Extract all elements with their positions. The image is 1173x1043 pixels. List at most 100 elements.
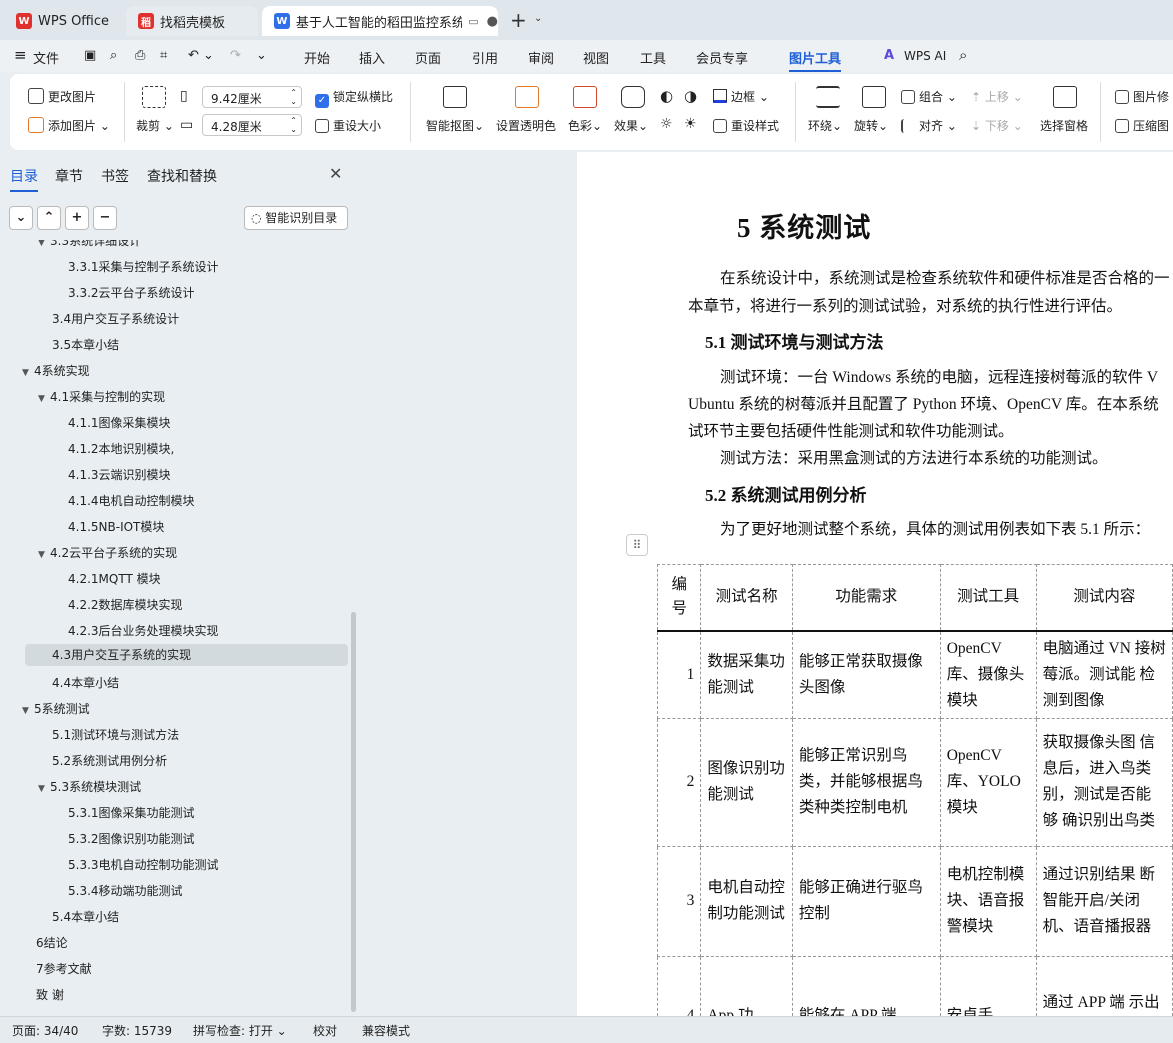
document-page[interactable]: 5 系统测试 在系统设计中，系统测试是检查系统软件和硬件标准是否合格的一 本章节… — [577, 152, 1173, 1016]
collapse-caret-icon[interactable]: ▼ — [22, 706, 34, 716]
reset-style-button[interactable]: 重设样式 — [713, 117, 779, 134]
move-down-button[interactable]: ⇣ 下移 ⌄ — [971, 117, 1023, 134]
tab-toc[interactable]: 目录 — [10, 166, 38, 192]
align-button[interactable]: 对齐 ⌄ — [901, 117, 957, 134]
menu-insert[interactable]: 插入 — [359, 48, 385, 67]
scrollbar-thumb[interactable] — [351, 612, 356, 1012]
menu-page[interactable]: 页面 — [415, 48, 441, 67]
menu-tools[interactable]: 工具 — [640, 48, 666, 67]
wrap-button[interactable]: 环绕⌄ — [808, 117, 842, 134]
rotate-icon[interactable] — [862, 86, 886, 108]
toc-item[interactable]: 4.3用户交互子系统的实现 — [25, 644, 348, 666]
collapse-caret-icon[interactable]: ▼ — [38, 784, 50, 794]
collapse-caret-icon[interactable]: ▼ — [22, 368, 34, 378]
crop-icon[interactable] — [142, 86, 166, 108]
save-icon[interactable]: ▣ — [84, 48, 96, 63]
menu-member[interactable]: 会员专享 — [696, 48, 748, 67]
border-button[interactable]: 边框 ⌄ — [713, 88, 769, 105]
smart-cutout-icon[interactable] — [443, 86, 467, 108]
toc-item[interactable]: 5.3.4移动端功能测试 — [54, 882, 183, 899]
selection-pane-icon[interactable] — [1053, 86, 1077, 108]
menu-reference[interactable]: 引用 — [472, 48, 498, 67]
collapse-caret-icon[interactable]: ▼ — [38, 240, 50, 248]
collapse-caret-icon[interactable]: ▼ — [38, 394, 50, 404]
toc-item[interactable]: 5.4本章小结 — [38, 908, 119, 925]
toc-item[interactable]: 3.4用户交互子系统设计 — [38, 310, 179, 327]
search-icon[interactable]: ⌕ — [959, 46, 967, 64]
toc-item[interactable]: 4.2.2数据库模块实现 — [54, 596, 183, 613]
toc-item[interactable]: 4.1.2本地识别模块, — [54, 440, 174, 457]
toc-item[interactable]: 3.3.1采集与控制子系统设计 — [54, 258, 219, 275]
picture-fix-button[interactable]: 图片修 — [1115, 88, 1169, 105]
stepper-icon[interactable]: ⌃ ⌄ — [290, 88, 297, 106]
toc-item[interactable]: 5.3.2图像识别功能测试 — [54, 830, 195, 847]
crop-button[interactable]: 裁剪 ⌄ — [136, 117, 174, 134]
menu-picture-tools[interactable]: 图片工具 — [789, 48, 842, 72]
toc-item[interactable]: ▼ 4系统实现 — [22, 362, 90, 379]
toc-item[interactable]: ▼ 3.3系统详细设计 — [38, 240, 141, 249]
tab-bookmarks[interactable]: 书签 — [101, 166, 129, 186]
move-up-button[interactable]: ⇡ 上移 ⌄ — [971, 88, 1023, 105]
add-heading-icon[interactable]: + — [65, 206, 89, 230]
toc-item[interactable]: 5.2系统测试用例分析 — [38, 752, 167, 769]
more-chevron-icon[interactable]: ⌄ — [256, 48, 267, 63]
tab-list-chevron-icon[interactable]: ⌄ — [534, 13, 542, 24]
reset-size-button[interactable]: 重设大小 — [315, 117, 381, 134]
tab-template[interactable]: 稻找稻壳模板 — [126, 6, 258, 36]
height-input[interactable]: 4.28厘米 ⌃ ⌄ — [202, 114, 302, 136]
color-button[interactable]: 色彩⌄ — [568, 117, 602, 134]
toc-item[interactable]: 5.3.1图像采集功能测试 — [54, 804, 195, 821]
toc-item[interactable]: 5.3.3电机自动控制功能测试 — [54, 856, 219, 873]
expand-up-icon[interactable]: ⌃ — [37, 206, 61, 230]
compress-button[interactable]: 压缩图 — [1115, 117, 1169, 134]
toc-item[interactable]: 7参考文献 — [22, 960, 92, 977]
remove-heading-icon[interactable]: − — [93, 206, 117, 230]
contrast-up-icon[interactable]: ☼ — [660, 116, 673, 132]
table-move-handle-icon[interactable]: ⠿ — [626, 534, 648, 556]
collapse-down-icon[interactable]: ⌄ — [9, 206, 33, 230]
test-case-table[interactable]: 编号 测试名称 功能需求 测试工具 测试内容 1 数据采集功能测试 能够正常获取摄像头图像 Op… — [656, 564, 1173, 1016]
change-picture-button[interactable]: 更改图片 — [28, 88, 96, 105]
spell-check-toggle[interactable]: 拼写检查: 打开 ⌄ — [193, 1022, 287, 1039]
print-preview-icon[interactable]: ⌗ — [160, 48, 167, 63]
toc-item[interactable]: 4.1.4电机自动控制模块 — [54, 492, 195, 509]
toc-item[interactable]: 致 谢 — [22, 986, 64, 1003]
menu-home[interactable]: 开始 — [304, 48, 330, 67]
effect-icon[interactable] — [621, 86, 645, 108]
brightness-up-icon[interactable]: ◐ — [660, 87, 673, 105]
group-button[interactable]: 组合 ⌄ — [901, 88, 957, 105]
brightness-down-icon[interactable]: ◑ — [684, 87, 697, 105]
new-tab-button[interactable]: + — [510, 8, 527, 32]
color-icon[interactable] — [573, 86, 597, 108]
wrap-icon[interactable] — [816, 86, 840, 108]
undo-icon[interactable]: ↶ ⌄ — [188, 48, 214, 63]
monitor-icon[interactable]: ▭ — [468, 15, 478, 28]
toc-item[interactable]: 4.1.3云端识别模块 — [54, 466, 171, 483]
toc-item[interactable]: 3.3.2云平台子系统设计 — [54, 284, 195, 301]
redo-icon[interactable]: ↷ — [230, 48, 241, 63]
collapse-caret-icon[interactable]: ▼ — [38, 550, 50, 560]
toc-item[interactable]: ▼ 5系统测试 — [22, 700, 90, 717]
toc-item[interactable]: 4.1.5NB-IOT模块 — [54, 518, 164, 535]
width-input[interactable]: 9.42厘米 ⌃ ⌄ — [202, 86, 302, 108]
wps-ai-icon[interactable]: A — [884, 48, 894, 63]
close-panel-icon[interactable]: ✕ — [329, 164, 342, 183]
toc-item[interactable]: 4.2.1MQTT 模块 — [54, 570, 161, 587]
toc-item[interactable]: 5.1测试环境与测试方法 — [38, 726, 179, 743]
menu-view[interactable]: 视图 — [583, 48, 609, 67]
toc-item[interactable]: 6结论 — [22, 934, 68, 951]
tab-chapters[interactable]: 章节 — [55, 166, 83, 186]
transparent-color-icon[interactable] — [515, 86, 539, 108]
toc-item[interactable]: 3.5本章小结 — [38, 336, 119, 353]
export-icon[interactable]: ⌕ — [110, 48, 117, 63]
word-count[interactable]: 字数: 15739 — [102, 1022, 172, 1039]
hamburger-menu-icon[interactable]: ≡ — [14, 46, 27, 64]
toc-item[interactable]: 4.2.3后台业务处理模块实现 — [54, 622, 219, 639]
proofread-button[interactable]: 校对 — [313, 1022, 337, 1039]
lock-ratio-checkbox[interactable]: ✓ 锁定纵横比 — [315, 88, 393, 108]
print-icon[interactable]: ⎙ — [135, 48, 145, 63]
toc-item[interactable]: 4.1.1图像采集模块 — [54, 414, 171, 431]
toc-item[interactable]: ▼ 4.1采集与控制的实现 — [38, 388, 165, 405]
effect-button[interactable]: 效果⌄ — [614, 117, 648, 134]
toc-item[interactable]: ▼ 5.3系统模块测试 — [38, 778, 141, 795]
